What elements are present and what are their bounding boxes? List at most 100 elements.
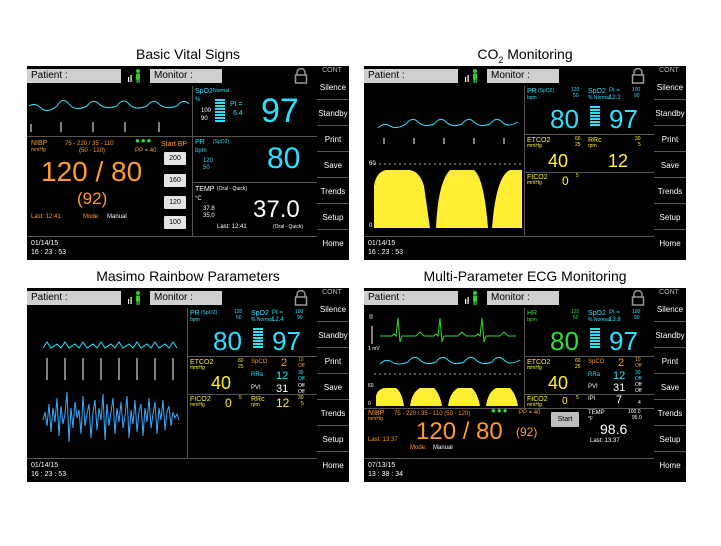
silence-button[interactable]: Silence (654, 298, 686, 322)
patient-field[interactable]: Patient : (364, 69, 458, 83)
pr-source: (SpO2) (538, 88, 555, 94)
trends-button[interactable]: Trends (654, 402, 686, 426)
trends-button[interactable]: Trends (654, 180, 686, 204)
panel-title-co2: CO2 Monitoring (364, 46, 686, 65)
monitor-field[interactable]: Monitor : (150, 69, 222, 83)
co2-waveform (374, 170, 522, 228)
fico2-unit: mmHg (527, 180, 542, 186)
monitor-field[interactable]: Monitor : (150, 291, 222, 305)
standby-button[interactable]: Standby (654, 324, 686, 348)
top-bar: Patient : Monitor : CONT (27, 66, 349, 86)
spco-label: SpCO (251, 359, 268, 365)
waveform-area (371, 317, 522, 406)
setup-button[interactable]: Setup (654, 428, 686, 452)
spco-value: 2 (618, 357, 625, 369)
temp-last-time: Last: 12:41 (217, 224, 247, 230)
temp-low-limit: 35.0 (203, 213, 215, 219)
nibp-start-button[interactable]: Start (551, 412, 579, 427)
rrc-value: 12 (276, 396, 290, 410)
patient-field[interactable]: Patient : (27, 291, 121, 305)
time-display: 16 : 23 : 53 (368, 249, 404, 256)
bp-preset-100-button[interactable]: 100 (164, 216, 186, 229)
print-button[interactable]: Print (317, 350, 349, 374)
pleth-waveform (42, 341, 178, 349)
etco2-unit: mmHg (190, 365, 205, 371)
monitor-screen-masimo: Patient : Monitor : CONT Silence Standby… (27, 288, 349, 482)
save-button[interactable]: Save (654, 154, 686, 178)
date-display: 07/13/15 (368, 462, 396, 469)
top-bar: Patient : Monitor : CONT (364, 66, 686, 86)
fico2-value: 0 (562, 396, 568, 407)
nibp-status-dots: ●●● (491, 406, 509, 415)
pulse-markers (46, 358, 174, 380)
lock-icon[interactable] (294, 290, 308, 306)
nibp-value: 120 / 80 (41, 156, 143, 187)
home-button[interactable]: Home (654, 232, 686, 256)
rrc-low-limit: 5 (638, 142, 641, 148)
pi-value: 12.4 (272, 317, 284, 323)
setup-button[interactable]: Setup (317, 428, 349, 452)
lock-icon[interactable] (294, 68, 308, 84)
bp-preset-200-button[interactable]: 200 (164, 152, 186, 165)
monitor-field[interactable]: Monitor : (487, 69, 559, 83)
pr-unit: bpm (527, 95, 537, 101)
bp-preset-120-button[interactable]: 120 (164, 196, 186, 209)
person-icon[interactable] (127, 68, 143, 84)
print-button[interactable]: Print (317, 128, 349, 152)
spo2-low-limit: 90 (634, 93, 640, 99)
rra-value: 12 (613, 370, 626, 382)
save-button[interactable]: Save (317, 154, 349, 178)
ipi-low-limit: 4 (638, 400, 641, 406)
pr-value: 80 (267, 142, 301, 175)
hr-low-limit: 50 (573, 315, 579, 321)
spo2-high-limit: 100 (201, 108, 212, 114)
save-button[interactable]: Save (317, 376, 349, 400)
person-icon[interactable] (464, 68, 480, 84)
spo2-sub: Normal (213, 88, 230, 94)
person-icon[interactable] (464, 290, 480, 306)
nibp-limits-map: (50 - 120) (79, 148, 106, 154)
monitor-field[interactable]: Monitor : (487, 291, 559, 305)
lock-icon[interactable] (631, 290, 645, 306)
nibp-label: NIBP (31, 140, 48, 147)
cont-label: CONT (322, 67, 342, 74)
pi-label: PI = (272, 310, 283, 316)
divider (364, 236, 654, 237)
home-button[interactable]: Home (654, 454, 686, 478)
pleth-waveform (28, 100, 190, 132)
patient-field[interactable]: Patient : (364, 291, 458, 305)
standby-button[interactable]: Standby (654, 102, 686, 126)
standby-button[interactable]: Standby (317, 102, 349, 126)
nibp-mean: (92) (77, 189, 108, 208)
bp-preset-160-button[interactable]: 160 (164, 174, 186, 187)
spo2-label: SpO2 (588, 88, 606, 95)
spo2-value: 97 (609, 104, 638, 134)
silence-button[interactable]: Silence (654, 76, 686, 100)
spo2-sub: % Normal (251, 317, 273, 323)
nibp-limits: 75 - 220 / 35 - 110 (65, 141, 114, 147)
home-button[interactable]: Home (317, 232, 349, 256)
divider (27, 458, 317, 459)
setup-button[interactable]: Setup (317, 206, 349, 230)
person-icon[interactable] (127, 290, 143, 306)
print-button[interactable]: Print (654, 350, 686, 374)
sidebar: Silence Standby Print Save Trends Setup … (317, 298, 349, 478)
silence-button[interactable]: Silence (317, 298, 349, 322)
lock-icon[interactable] (631, 68, 645, 84)
trends-button[interactable]: Trends (317, 402, 349, 426)
nibp-mode-label: Mode: (83, 214, 100, 220)
home-button[interactable]: Home (317, 454, 349, 478)
fico2-unit: mmHg (190, 402, 205, 408)
pr-value: 80 (550, 104, 579, 134)
patient-field[interactable]: Patient : (27, 69, 121, 83)
divider (192, 136, 317, 137)
fico2-value: 0 (225, 396, 232, 410)
save-button[interactable]: Save (654, 376, 686, 400)
date-display: 01/14/15 (31, 462, 59, 469)
silence-button[interactable]: Silence (317, 76, 349, 100)
setup-button[interactable]: Setup (654, 206, 686, 230)
print-button[interactable]: Print (654, 128, 686, 152)
pr-low-limit: 50 (573, 93, 579, 99)
trends-button[interactable]: Trends (317, 180, 349, 204)
standby-button[interactable]: Standby (317, 324, 349, 348)
